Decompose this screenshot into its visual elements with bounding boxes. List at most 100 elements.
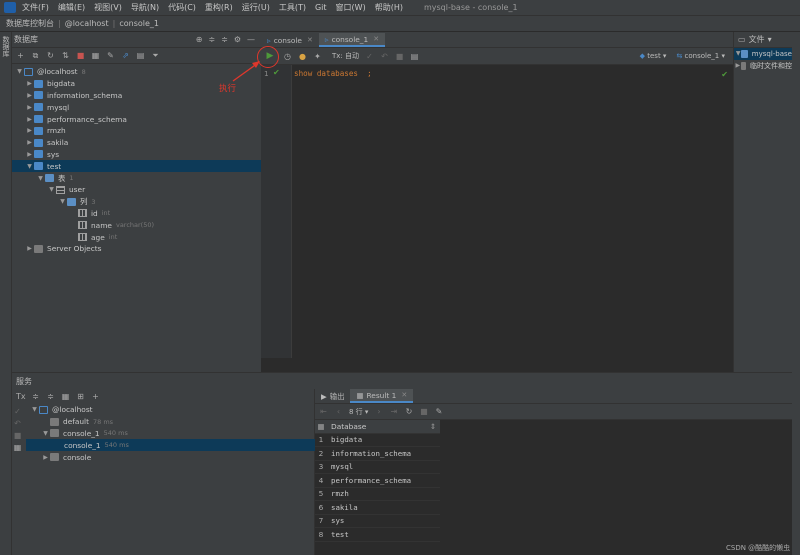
grid-cell[interactable]: performance_schema (327, 476, 440, 485)
edit-icon[interactable]: ✎ (106, 51, 115, 60)
close-icon[interactable]: ✕ (373, 35, 379, 43)
grid-cell[interactable]: sys (327, 516, 440, 525)
tree-db-mysql[interactable]: ▶ mysql (12, 101, 261, 113)
menu-window[interactable]: 窗口(W) (336, 2, 366, 13)
tx-icon[interactable]: Tx (16, 392, 26, 401)
tree-table-user[interactable]: ▼ user (12, 184, 261, 196)
breadcrumb-host[interactable]: @localhost (65, 19, 109, 28)
chevron-right-icon[interactable]: ▶ (25, 151, 34, 158)
svc-host[interactable]: ▼ @localhost (26, 404, 315, 416)
table-row[interactable]: 3 mysql (315, 461, 440, 474)
rollback-icon[interactable]: ↶ (380, 52, 389, 61)
stop-icon[interactable]: ■ (419, 407, 428, 416)
group-icon[interactable]: ▦ (61, 392, 70, 401)
explain-icon[interactable]: ● (298, 52, 307, 61)
chevron-right-icon[interactable]: ▶ (25, 127, 34, 134)
menu-navigate[interactable]: 导航(N) (131, 2, 159, 13)
tree-columns-folder[interactable]: ▼ 列 3 (12, 196, 261, 208)
table-icon[interactable]: ▦ (91, 51, 100, 60)
last-page-icon[interactable]: ⇥ (389, 407, 398, 416)
pin-icon[interactable]: ✎ (434, 407, 443, 416)
menu-file[interactable]: 文件(F) (22, 2, 49, 13)
first-page-icon[interactable]: ⇤ (319, 407, 328, 416)
column-header-database[interactable]: Database (327, 422, 430, 431)
console-icon[interactable]: ▤ (136, 51, 145, 60)
chevron-down-icon[interactable]: ▼ (47, 186, 56, 193)
filter-icon[interactable]: ⊞ (76, 392, 85, 401)
refresh-icon[interactable]: ↻ (404, 407, 413, 416)
tree-db-test[interactable]: ▼ test (12, 160, 261, 173)
layout-icon[interactable]: ▦ (13, 443, 22, 452)
svc-console-1-run[interactable]: console_1 540 ms (26, 439, 315, 452)
commit-icon[interactable]: ✓ (13, 407, 22, 416)
grid-cell[interactable]: mysql (327, 462, 440, 471)
commit-icon[interactable]: ✓ (365, 52, 374, 61)
tx-mode-select[interactable]: Tx: 自动 (332, 51, 359, 61)
chevron-down-icon[interactable]: ▼ (25, 163, 34, 170)
prev-page-icon[interactable]: ‹ (334, 407, 343, 416)
chevron-down-icon[interactable]: ▾ (768, 35, 772, 44)
project-root[interactable]: ▼ mysql-base (734, 48, 792, 60)
menu-view[interactable]: 视图(V) (94, 2, 122, 13)
close-icon[interactable]: ✕ (401, 391, 407, 399)
tree-db-performance-schema[interactable]: ▶ performance_schema (12, 113, 261, 125)
tab-output[interactable]: ▶ 输出 (315, 389, 350, 403)
chevron-right-icon[interactable]: ▶ (25, 139, 34, 146)
tree-column-name[interactable]: name varchar(50) (12, 219, 261, 231)
menu-edit[interactable]: 编辑(E) (58, 2, 85, 13)
tree-tables-folder[interactable]: ▼ 表 1 (12, 172, 261, 184)
rollback-icon[interactable]: ↶ (13, 419, 22, 428)
tree-server-objects[interactable]: ▶ Server Objects (12, 243, 261, 255)
tab-result-1[interactable]: ▦ Result 1 ✕ (350, 389, 414, 403)
table-row[interactable]: 5 rmzh (315, 488, 440, 501)
tab-console[interactable]: ▹ console ✕ (261, 33, 319, 47)
tree-db-sakila[interactable]: ▶ sakila (12, 137, 261, 149)
sort-icon[interactable]: ⇕ (430, 422, 440, 431)
chevron-right-icon[interactable]: ▶ (25, 92, 34, 99)
chevron-down-icon[interactable]: ▼ (58, 198, 67, 205)
chevron-right-icon[interactable]: ▶ (735, 62, 741, 69)
chevron-right-icon[interactable]: ▶ (25, 245, 34, 252)
tree-db-rmzh[interactable]: ▶ rmzh (12, 125, 261, 137)
tab-console-1[interactable]: ▹ console_1 ✕ (318, 33, 386, 47)
table-row[interactable]: 1 bigdata (315, 434, 440, 447)
grid-cell[interactable]: information_schema (327, 449, 440, 458)
gear-icon[interactable]: ⚙ (234, 35, 241, 44)
menu-git[interactable]: Git (315, 3, 327, 12)
filter-icon[interactable]: ⏷ (151, 51, 160, 60)
rows-select[interactable]: 8 行 ▾ (349, 407, 368, 417)
tree-column-age[interactable]: age int (12, 231, 261, 243)
jump-icon[interactable]: ⇗ (121, 51, 130, 60)
breadcrumb-file[interactable]: console_1 (119, 19, 159, 28)
scratch-files[interactable]: ▶ 临时文件和控 (734, 60, 792, 72)
session-select[interactable]: ⇆ console_1 ▾ (676, 52, 725, 60)
tree-host[interactable]: ▼ @localhost 8 (12, 66, 261, 78)
table-row[interactable]: 2 information_schema (315, 447, 440, 461)
menu-run[interactable]: 运行(U) (242, 2, 270, 13)
sync-icon[interactable]: ⇅ (61, 51, 70, 60)
sql-editor[interactable]: show databases ; (294, 69, 372, 78)
menu-help[interactable]: 帮助(H) (375, 2, 403, 13)
copy-icon[interactable]: ⧉ (31, 51, 40, 60)
layout-icon[interactable]: ▤ (410, 52, 419, 61)
table-row[interactable]: 7 sys (315, 515, 440, 528)
wrench-icon[interactable]: ✦ (313, 52, 322, 61)
collapse-icon[interactable]: ≑ (208, 35, 215, 44)
svc-default[interactable]: default 78 ms (26, 416, 315, 428)
chevron-down-icon[interactable]: ▼ (30, 406, 39, 413)
chevron-down-icon[interactable]: ▼ (15, 68, 24, 75)
project-panel-title[interactable]: 文件 (749, 34, 765, 45)
menu-tools[interactable]: 工具(T) (279, 2, 306, 13)
chevron-down-icon[interactable]: ▼ (41, 430, 50, 437)
collapse-all-icon[interactable]: ≑ (46, 392, 55, 401)
table-row[interactable]: 4 performance_schema (315, 474, 440, 488)
close-icon[interactable]: ✕ (307, 36, 313, 44)
grid-cell[interactable]: sakila (327, 503, 440, 512)
chevron-right-icon[interactable]: ▶ (25, 80, 34, 87)
menu-code[interactable]: 代码(C) (168, 2, 196, 13)
expand-icon[interactable]: ≑ (221, 35, 228, 44)
menu-refactor[interactable]: 重构(R) (205, 2, 233, 13)
stop-icon[interactable]: ■ (76, 51, 85, 60)
add-icon[interactable]: + (16, 51, 25, 60)
tree-column-id[interactable]: id int (12, 208, 261, 220)
